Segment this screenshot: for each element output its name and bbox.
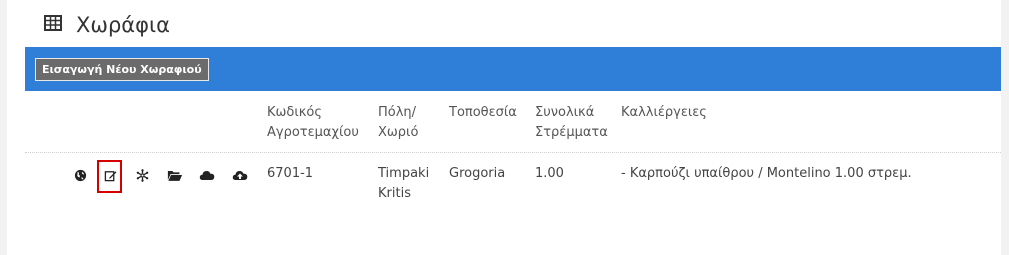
edit-icon[interactable] — [102, 167, 118, 183]
cloud-upload-icon[interactable] — [232, 167, 248, 183]
cell-total-area: 1.00 — [535, 166, 564, 181]
snowflake-icon[interactable] — [134, 167, 150, 183]
cloud-icon[interactable] — [199, 167, 215, 183]
header-location: Τοποθεσία — [449, 105, 517, 120]
header-field-code: Κωδικός Αγροτεμαχίου — [267, 105, 359, 140]
table-icon — [44, 14, 62, 36]
cell-city: Timpaki Kritis — [378, 166, 430, 201]
folder-open-icon[interactable] — [167, 167, 183, 183]
cell-field-code: 6701-1 — [267, 166, 314, 181]
toolbar-bar: Εισαγωγή Νέου Χωραφιού — [25, 47, 1001, 91]
globe-icon[interactable] — [72, 167, 88, 183]
header-total-area: Συνολικά Στρέμματα — [535, 105, 608, 140]
page-title: Χωράφια — [76, 13, 170, 37]
cell-location: Grogoria — [449, 166, 506, 181]
cell-crops: - Καρπούζι υπαίθρου / Montelino 1.00 στρ… — [621, 166, 912, 181]
add-new-field-button[interactable]: Εισαγωγή Νέου Χωραφιού — [35, 58, 209, 81]
header-city: Πόλη/ Χωριό — [378, 105, 419, 140]
table-divider — [25, 152, 1001, 153]
header-crops: Καλλιέργειες — [621, 105, 707, 120]
page-header: Χωράφια — [44, 10, 170, 40]
